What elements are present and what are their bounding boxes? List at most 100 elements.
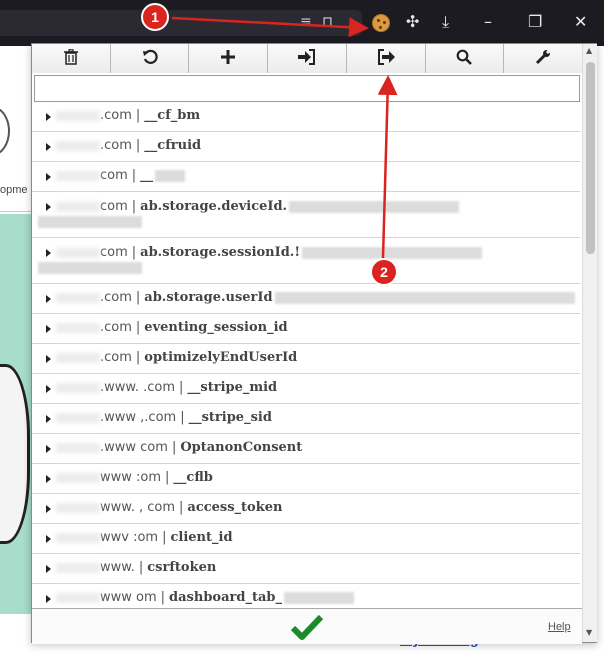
cookie-name: ab.storage.userId <box>144 290 273 305</box>
cookie-domain: .com <box>100 320 132 335</box>
redacted-host <box>56 110 100 121</box>
reader-icon[interactable]: ≡ <box>300 14 312 30</box>
cookie-row[interactable]: .www. .com | __stripe_mid <box>32 374 580 404</box>
cookie-separator: | <box>138 560 144 575</box>
cookie-separator: | <box>131 199 137 214</box>
cookie-row[interactable]: www. | csrftoken <box>32 554 580 584</box>
scroll-thumb[interactable] <box>586 62 595 254</box>
save-button[interactable] <box>290 613 324 641</box>
scroll-down-icon[interactable]: ▼ <box>586 628 592 637</box>
download-icon[interactable]: ⤓ <box>442 12 449 32</box>
cookie-row-text: .www ,.com | __stripe_sid <box>56 410 272 425</box>
redacted-host <box>56 382 100 393</box>
minimize-icon[interactable]: – <box>484 12 492 32</box>
cookie-name: optimizelyEndUserId <box>144 350 298 365</box>
help-link[interactable]: Help <box>548 621 571 633</box>
cookie-row[interactable]: .www ,.com | __stripe_sid <box>32 404 580 434</box>
expand-caret-icon[interactable] <box>46 565 51 573</box>
cookie-domain: www :om <box>100 470 162 485</box>
cookie-separator: | <box>135 320 141 335</box>
cookie-domain: com <box>100 168 128 183</box>
cookie-row[interactable]: www om | dashboard_tab_ <box>32 584 580 608</box>
cookie-name: ab.storage.sessionId.! <box>140 245 301 260</box>
cookie-separator: | <box>135 350 141 365</box>
cookie-row[interactable]: com | __ <box>32 162 580 192</box>
cookie-separator: | <box>179 380 184 395</box>
cookie-row[interactable]: .www com | OptanonConsent <box>32 434 580 464</box>
cookie-row-text: .com | eventing_session_id <box>56 320 288 335</box>
cookie-separator: | <box>162 530 167 545</box>
expand-caret-icon[interactable] <box>46 475 51 483</box>
redacted-value <box>155 169 186 182</box>
redacted-host <box>56 412 100 423</box>
cookie-row-text: www. | csrftoken <box>56 560 216 575</box>
illustration-figure <box>0 364 30 544</box>
cookie-row[interactable]: www. , com | access_token <box>32 494 580 524</box>
expand-caret-icon[interactable] <box>46 203 51 211</box>
undo-icon <box>142 49 158 69</box>
expand-caret-icon[interactable] <box>46 505 51 513</box>
cookie-separator: | <box>165 470 170 485</box>
cookie-row[interactable]: .com | __cfruid <box>32 132 580 162</box>
cookie-separator: | <box>131 245 137 260</box>
cookie-row[interactable]: com | ab.storage.sessionId.! <box>32 238 580 284</box>
redacted-host <box>56 140 100 151</box>
expand-caret-icon[interactable] <box>46 249 51 257</box>
redacted-value-continued <box>38 216 142 228</box>
cookie-name: client_id <box>170 530 233 545</box>
cookie-row-text: .com | optimizelyEndUserId <box>56 350 297 365</box>
options-button[interactable] <box>504 44 583 73</box>
cookie-row[interactable]: .com | eventing_session_id <box>32 314 580 344</box>
cookie-row[interactable]: .com | optimizelyEndUserId <box>32 344 580 374</box>
bookmark-icon[interactable]: ⊓ <box>322 14 333 30</box>
reset-button[interactable] <box>110 44 190 73</box>
expand-caret-icon[interactable] <box>46 385 51 393</box>
checkmark-icon <box>290 614 324 640</box>
cookie-domain: .www com <box>100 440 168 455</box>
cookie-extension-icon[interactable] <box>372 14 390 32</box>
expand-caret-icon[interactable] <box>46 535 51 543</box>
expand-caret-icon[interactable] <box>46 415 51 423</box>
redacted-host <box>56 201 100 212</box>
cookie-domain: .www ,.com <box>100 410 177 425</box>
cookie-row[interactable]: wwv :om | client_id <box>32 524 580 554</box>
delete-all-button[interactable] <box>32 44 111 73</box>
expand-caret-icon[interactable] <box>46 325 51 333</box>
cookie-row[interactable]: .com | ab.storage.userId <box>32 284 580 314</box>
export-button[interactable] <box>346 44 426 73</box>
cookie-row-text: .com | __cf_bm <box>56 108 200 123</box>
expand-caret-icon[interactable] <box>46 113 51 121</box>
search-button[interactable] <box>425 44 505 73</box>
filter-input[interactable] <box>34 75 580 102</box>
sign-out-icon <box>377 48 395 69</box>
cookie-row[interactable]: www :om | __cflb <box>32 464 580 494</box>
extensions-puzzle-icon[interactable]: ✣ <box>406 12 419 32</box>
cookie-name: __cf_bm <box>144 108 201 123</box>
scroll-up-icon[interactable]: ▲ <box>586 46 592 55</box>
add-cookie-button[interactable] <box>189 44 269 73</box>
cookie-row-text: wwv :om | client_id <box>56 530 233 545</box>
redacted-host <box>56 292 100 303</box>
popup-toolbar <box>32 44 583 73</box>
redacted-host <box>56 170 100 181</box>
expand-caret-icon[interactable] <box>46 295 51 303</box>
expand-caret-icon[interactable] <box>46 445 51 453</box>
restore-icon[interactable]: ❐ <box>528 12 542 32</box>
expand-caret-icon[interactable] <box>46 355 51 363</box>
expand-caret-icon[interactable] <box>46 173 51 181</box>
cookie-row[interactable]: .com | __cf_bm <box>32 102 580 132</box>
cookie-row-text: .com | ab.storage.userId <box>56 290 575 305</box>
cookie-domain: .com <box>100 290 132 305</box>
sign-in-icon <box>298 48 316 69</box>
close-icon[interactable]: ✕ <box>574 12 587 32</box>
redacted-host <box>56 472 100 483</box>
cookie-domain: www om <box>100 590 157 605</box>
cookie-row-text: .www com | OptanonConsent <box>56 440 302 455</box>
cookie-row[interactable]: com | ab.storage.deviceId. <box>32 192 580 238</box>
import-button[interactable] <box>268 44 347 73</box>
trash-icon <box>63 48 78 69</box>
expand-caret-icon[interactable] <box>46 595 51 603</box>
popup-scrollbar[interactable]: ▲ ▼ <box>582 44 597 642</box>
expand-caret-icon[interactable] <box>46 143 51 151</box>
cookie-row-text: .www. .com | __stripe_mid <box>56 380 277 395</box>
